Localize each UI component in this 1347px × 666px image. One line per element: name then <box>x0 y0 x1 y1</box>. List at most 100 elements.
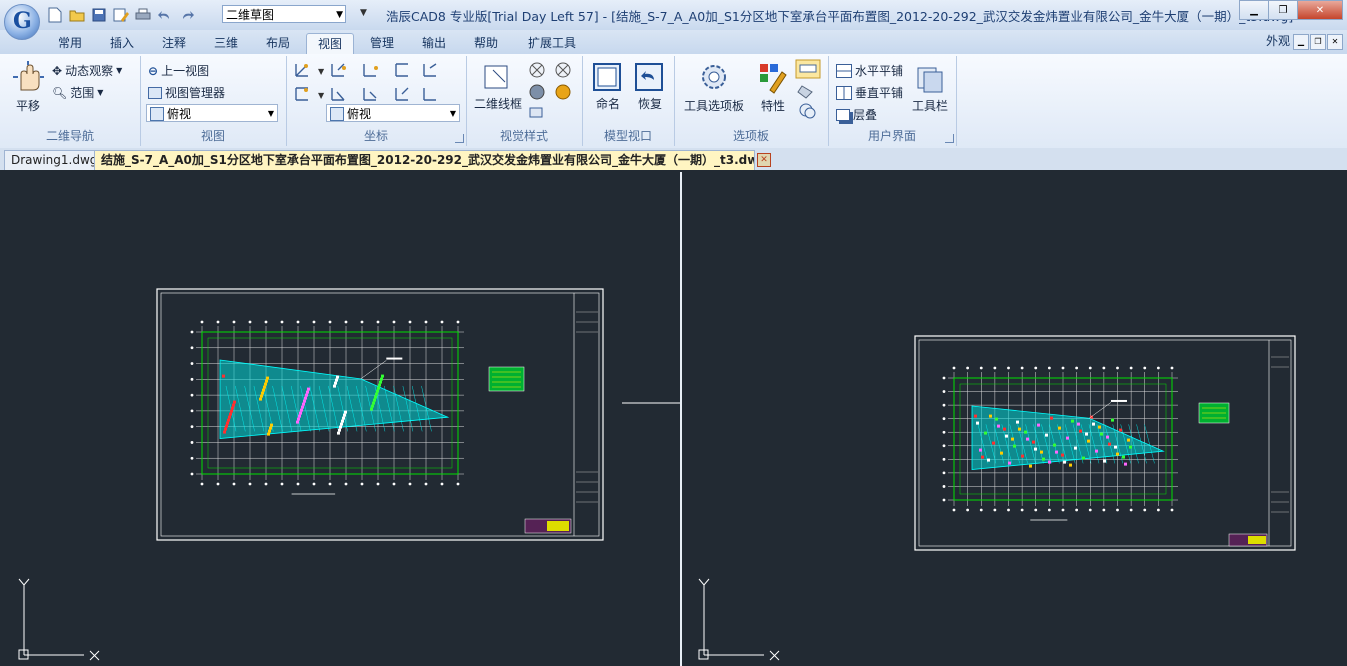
doc-minimize-button[interactable]: ▁ <box>1293 34 1309 50</box>
workspace-select[interactable]: 二维草图 ▼ <box>222 5 346 23</box>
pan-label: 平移 <box>15 99 40 113</box>
toolbars-label: 工具栏 <box>911 99 948 113</box>
save-icon[interactable] <box>90 6 108 24</box>
tile-vertical-label: 垂直平铺 <box>855 86 904 100</box>
tab-view[interactable]: 视图 <box>306 33 354 55</box>
floor-plan-left <box>190 320 464 495</box>
tool-palettes-button[interactable]: 工具选项板 <box>682 60 746 114</box>
group-label: 二维导航 <box>45 129 94 143</box>
ribbon-tab-bar: 常用 插入 注释 三维 布局 视图 管理 输出 帮助 扩展工具 外观 ▾ ▁ ❐… <box>0 30 1347 55</box>
drawing-canvas-left <box>18 288 680 661</box>
named-view-select[interactable]: 俯视 ▼ <box>146 104 278 122</box>
group-label: 模型视口 <box>603 129 652 143</box>
tile-vertical-button[interactable]: 垂直平铺 <box>836 84 903 101</box>
cascade-icon <box>836 108 850 121</box>
open-icon[interactable] <box>68 6 86 24</box>
tab-manage[interactable]: 管理 <box>364 33 400 54</box>
tab-extensions[interactable]: 扩展工具 <box>522 33 582 54</box>
properties-button[interactable]: 特性 <box>756 60 790 114</box>
qat-customize-icon[interactable]: ▼ <box>360 8 367 18</box>
panel-launcher-icon[interactable] <box>455 134 464 143</box>
ucs-view-select[interactable]: 俯视 ▼ <box>326 104 460 122</box>
viewport-right[interactable] <box>682 172 1347 666</box>
orbit-button[interactable]: ✥ 动态观察 ▼ <box>52 62 122 79</box>
group-label: 视觉样式 <box>499 129 548 143</box>
tab-insert[interactable]: 插入 <box>104 33 140 54</box>
chevron-down-icon: ▼ <box>336 10 343 20</box>
cascade-label: 层叠 <box>853 108 878 122</box>
restore-viewports-button[interactable]: 恢复 <box>632 62 668 112</box>
tile-horizontal-label: 水平平铺 <box>855 64 904 78</box>
print-icon[interactable] <box>134 6 152 24</box>
pan-button[interactable]: 平移 <box>8 60 48 114</box>
tab-layout[interactable]: 布局 <box>260 33 296 54</box>
doc-restore-button[interactable]: ❐ <box>1310 34 1326 50</box>
group-label: 用户界面 <box>867 129 916 143</box>
tool-palettes-label: 工具选项板 <box>683 99 744 113</box>
new-file-icon[interactable] <box>46 6 64 24</box>
close-tab-icon[interactable]: ✕ <box>757 153 771 167</box>
gear-icon <box>702 65 726 89</box>
ribbon-panel: 平移 ✥ 动态观察 ▼ 🔍︎ 范围 ▼ 二维导航 ⊖ 上一视图 视图管理器 俯视 ▼ 视图 … <box>0 54 1347 149</box>
undo-icon[interactable] <box>156 6 174 24</box>
quick-access-toolbar <box>46 5 196 25</box>
restore-button[interactable]: ❐ <box>1268 0 1298 20</box>
tab-annotate[interactable]: 注释 <box>156 33 192 54</box>
group-views: ⊖ 上一视图 视图管理器 俯视 ▼ 视图 <box>140 56 287 146</box>
orbit-icon: ✥ <box>52 63 63 78</box>
tab-home[interactable]: 常用 <box>52 33 88 54</box>
wireframe-label: 二维线框 <box>473 97 522 111</box>
cascade-button[interactable]: 层叠 <box>836 106 877 123</box>
doc-close-button[interactable]: ✕ <box>1327 34 1343 50</box>
doc-tab-active[interactable]: 结施_S-7_A_A0加_S1分区地下室承台平面布置图_2012-20-292_… <box>94 150 755 170</box>
chevron-down-icon: ▼ <box>116 66 123 75</box>
ucs-view-value: 俯视 <box>347 107 372 121</box>
doc-tab-drawing1[interactable]: Drawing1.dwg <box>4 150 105 170</box>
previous-view-button[interactable]: ⊖ 上一视图 <box>148 62 209 79</box>
window-title: 浩辰CAD8 专业版[Trial Day Left 57] - [结施_S-7_… <box>386 9 1294 24</box>
visual-style-icons <box>529 62 571 118</box>
named-viewports-label: 命名 <box>595 97 620 111</box>
ucs-tools-icon: ▼▼ <box>295 63 437 101</box>
minimize-button[interactable]: ▁ <box>1239 0 1269 20</box>
view-manager-button[interactable]: 视图管理器 <box>148 84 225 101</box>
2d-wireframe-button[interactable]: 二维线框 <box>472 62 524 112</box>
group-visual-styles: 二维线框 视觉样式 <box>466 56 583 146</box>
viewport-left[interactable] <box>4 172 680 666</box>
extents-button[interactable]: 🔍︎ 范围 ▼ <box>52 84 103 101</box>
toolbars-icon <box>917 67 943 93</box>
toolbars-button[interactable]: 工具栏 <box>910 64 950 114</box>
group-2d-navigation: 平移 ✥ 动态观察 ▼ 🔍︎ 范围 ▼ 二维导航 <box>0 56 141 146</box>
window-controls: ▁ ❐ ✕ <box>1239 0 1343 20</box>
tile-horizontal-button[interactable]: 水平平铺 <box>836 62 903 79</box>
ucs-icon <box>18 578 100 661</box>
tile-horizontal-icon <box>836 63 852 78</box>
tab-3d[interactable]: 三维 <box>208 33 244 54</box>
close-button[interactable]: ✕ <box>1297 0 1343 20</box>
view-manager-icon <box>148 86 162 99</box>
tile-vertical-icon <box>836 85 852 100</box>
app-menu-button[interactable]: G <box>4 4 40 40</box>
redo-icon[interactable] <box>178 6 196 24</box>
extents-label: 范围 <box>70 86 95 100</box>
group-label: 视图 <box>200 129 225 143</box>
floor-plan-right <box>942 366 1178 521</box>
panel-launcher-icon[interactable] <box>945 134 954 143</box>
app-logo-letter: G <box>13 8 32 34</box>
group-palettes: 工具选项板 特性 选项板 <box>674 56 829 146</box>
group-model-viewports: 命名 恢复 模型视口 <box>582 56 675 146</box>
named-viewports-button[interactable]: 命名 <box>590 62 626 112</box>
tab-help[interactable]: 帮助 <box>468 33 504 54</box>
view-cube-icon <box>330 107 344 121</box>
group-label: 坐标 <box>363 129 388 143</box>
save-as-icon[interactable] <box>112 6 130 24</box>
properties-label: 特性 <box>760 99 785 113</box>
tab-output[interactable]: 输出 <box>416 33 452 54</box>
properties-icon <box>760 64 787 94</box>
orbit-label: 动态观察 <box>65 64 114 78</box>
wireframe-icon <box>484 65 508 89</box>
group-coordinates: ▼ ▼ 俯视 ▼ 坐标 <box>286 56 467 146</box>
svg-text:▼: ▼ <box>318 67 325 76</box>
chevron-down-icon: ▼ <box>449 109 456 118</box>
title-bar: 二维草图 ▼ ▼ 浩辰CAD8 专业版[Trial Day Left 57] - … <box>0 0 1347 30</box>
